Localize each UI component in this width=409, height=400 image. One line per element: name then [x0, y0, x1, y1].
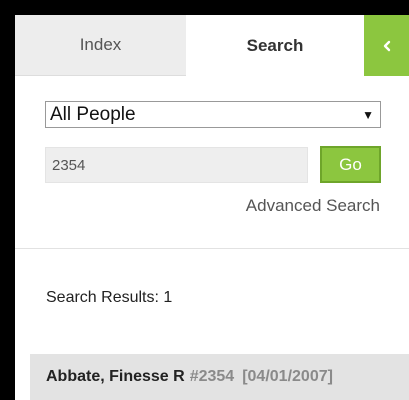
search-results-count: Search Results: 1 — [46, 289, 173, 306]
search-panel: Index Search All People ▼ Go Advanced Se… — [15, 15, 409, 400]
search-result-row[interactable]: Abbate, Finesse R #2354 [04/01/2007] — [30, 354, 409, 400]
go-button[interactable]: Go — [320, 146, 381, 183]
chevron-left-icon — [382, 40, 392, 52]
tab-search[interactable]: Search — [186, 15, 364, 76]
advanced-search-link[interactable]: Advanced Search — [246, 196, 380, 216]
result-date: [04/01/2007] — [242, 368, 333, 385]
people-scope-select[interactable]: All People ▼ — [45, 101, 381, 128]
collapse-panel-button[interactable] — [364, 15, 409, 76]
dropdown-arrow-icon: ▼ — [362, 107, 374, 122]
divider — [15, 248, 409, 249]
result-id: #2354 — [189, 368, 235, 385]
search-input[interactable] — [45, 147, 308, 183]
tab-bar: Index Search — [15, 15, 409, 76]
result-name: Abbate, Finesse R — [46, 368, 185, 385]
tab-index[interactable]: Index — [15, 15, 186, 76]
people-scope-selected: All People — [50, 103, 136, 125]
